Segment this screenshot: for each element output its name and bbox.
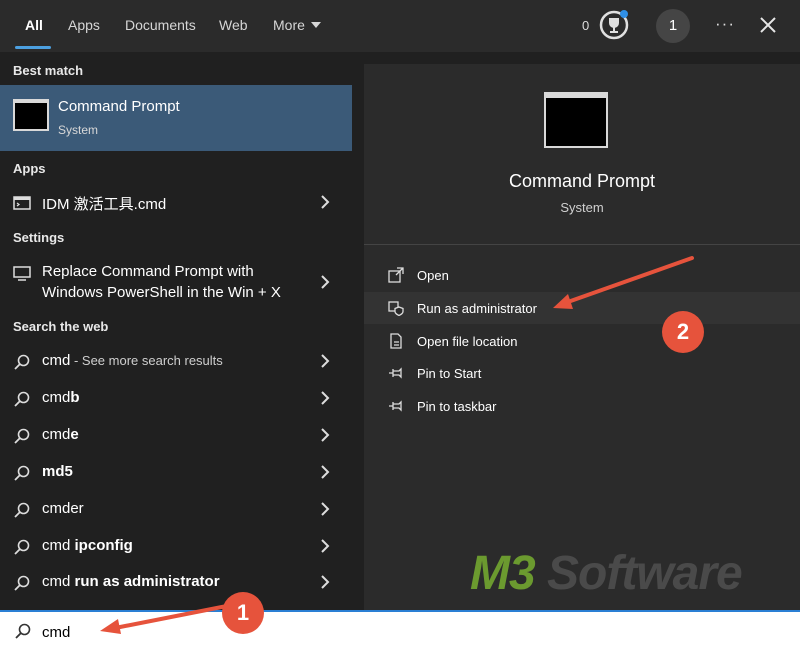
- arrowhead-1: [100, 619, 121, 634]
- step-badge-2: 2: [662, 311, 704, 353]
- arrow-1: [108, 602, 239, 631]
- step-badge-1: 1: [222, 592, 264, 634]
- arrowhead-2: [553, 294, 573, 309]
- arrow-2: [563, 256, 694, 305]
